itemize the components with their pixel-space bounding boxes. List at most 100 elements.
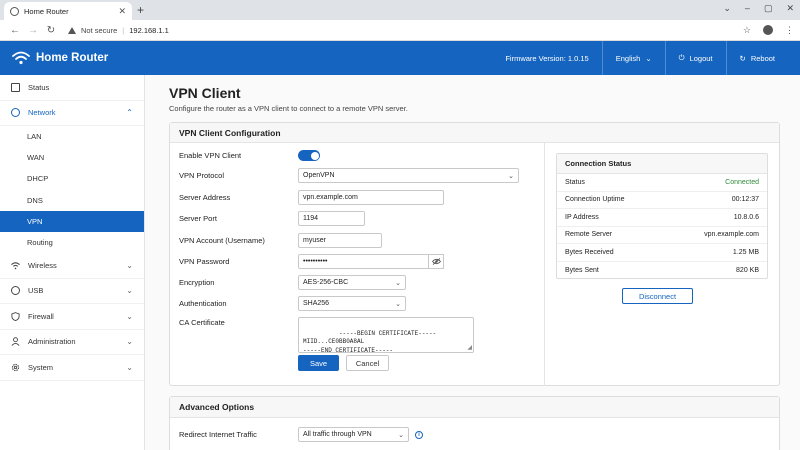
sidebar-subitem-dns[interactable]: DNS [0, 190, 144, 211]
sidebar-subitem-wan[interactable]: WAN [0, 147, 144, 168]
sidebar-item-firewall[interactable]: Firewall ⌄ [0, 304, 144, 330]
remote-server-value: vpn.example.com [704, 231, 759, 239]
sidebar-item-label: System [28, 362, 54, 372]
chevron-down-icon: ⌄ [126, 260, 133, 270]
server-port-input[interactable]: 1194 [298, 211, 365, 226]
sidebar-item-system[interactable]: System ⌄ [0, 355, 144, 381]
minimize-icon[interactable]: – [745, 3, 750, 14]
warning-icon [68, 26, 76, 34]
url-field[interactable]: Not secure | 192.168.1.1 [68, 23, 743, 38]
username-value: myuser [303, 237, 326, 244]
sidebar-item-administration[interactable]: Administration ⌄ [0, 330, 144, 356]
protocol-value: OpenVPN [303, 172, 335, 179]
sidebar-item-network[interactable]: Network ⌃ [0, 101, 144, 126]
vpn-config-panel: VPN Client Configuration Enable VPN Clie… [169, 122, 780, 386]
server-address-input[interactable]: vpn.example.com [298, 190, 444, 205]
sidebar-item-label: Administration [28, 337, 76, 347]
status-label: Status [565, 178, 585, 186]
sidebar-item-wireless[interactable]: Wireless ⌄ [0, 253, 144, 279]
reboot-button[interactable]: ↻ Reboot [725, 41, 788, 75]
maximize-icon[interactable]: ▢ [764, 3, 773, 14]
forward-icon[interactable]: → [24, 25, 42, 36]
password-input[interactable]: •••••••••• [298, 254, 429, 269]
address-bar-actions: ☆ ⋮ [743, 25, 794, 36]
more-menu-icon[interactable]: ⋮ [785, 25, 794, 36]
back-icon[interactable]: ← [6, 25, 24, 36]
bytes-sent-value: 820 KB [736, 266, 759, 274]
auth-label: Authentication [179, 299, 227, 308]
sidebar-item-status[interactable]: Status [0, 75, 144, 101]
authentication-value: SHA256 [303, 300, 330, 307]
reload-icon[interactable]: ↻ [42, 25, 60, 36]
gear-icon [11, 363, 20, 372]
ip-value: 10.8.0.6 [733, 213, 759, 221]
address-bar: ← → ↻ Not secure | 192.168.1.1 ☆ ⋮ [0, 20, 800, 41]
chevron-down-icon: ⌄ [126, 311, 133, 321]
auth-row: Authentication SHA256 ⌄ [179, 296, 406, 311]
chevron-down-icon: ⌄ [395, 300, 401, 308]
advanced-options-title: Advanced Options [170, 397, 779, 418]
encryption-select[interactable]: AES-256-CBC ⌄ [298, 275, 406, 290]
profile-icon[interactable] [763, 25, 773, 35]
account-row: VPN Account (Username) myuser [179, 233, 382, 248]
sidebar-subitem-vpn[interactable]: VPN [0, 210, 144, 232]
protocol-row: VPN Protocol OpenVPN ⌄ [179, 168, 519, 183]
info-icon[interactable]: i [415, 430, 423, 439]
enable-vpn-toggle[interactable] [298, 150, 320, 161]
logout-button[interactable]: ⏻ Logout [664, 41, 726, 75]
encryption-value: AES-256-CBC [303, 279, 349, 286]
protocol-select[interactable]: OpenVPN ⌄ [298, 168, 519, 183]
resize-handle-icon[interactable]: ◢ [467, 344, 472, 353]
protocol-label: VPN Protocol [179, 171, 225, 180]
app-header: Home Router Firmware Version: 1.0.15 Eng… [0, 41, 800, 75]
panel-divider [544, 143, 545, 386]
browser-tab-bar: Home Router ✕ + ⌄ – ▢ ✕ [0, 0, 800, 20]
toggle-knob [310, 151, 319, 160]
chevron-down-icon[interactable]: ⌄ [723, 3, 731, 14]
language-select[interactable]: English ⌄ [601, 41, 665, 75]
remote-server-row: Remote Server vpn.example.com [557, 227, 767, 244]
new-tab-button[interactable]: + [137, 3, 144, 17]
server-address-value: vpn.example.com [303, 194, 358, 201]
chevron-down-icon: ⌄ [126, 286, 133, 296]
ca-certificate-textarea[interactable]: -----BEGIN CERTIFICATE----- MIID...CE0BB… [298, 317, 474, 354]
sidebar-subitem-dhcp[interactable]: DHCP [0, 168, 144, 189]
cancel-button[interactable]: Cancel [346, 355, 389, 371]
page-title: VPN Client [169, 85, 241, 101]
user-icon [11, 337, 20, 347]
chevron-down-icon: ⌄ [395, 279, 401, 287]
chevron-up-icon: ⌃ [126, 108, 133, 118]
panel-body: Enable VPN Client VPN Protocol OpenVPN ⌄… [170, 143, 779, 386]
eye-icon[interactable] [429, 254, 444, 269]
port-label: Server Port [179, 214, 217, 223]
redirect-traffic-select[interactable]: All traffic through VPN ⌄ [298, 427, 409, 442]
chevron-down-icon: ⌄ [126, 362, 133, 372]
sidebar-subitem-routing[interactable]: Routing [0, 232, 144, 253]
server-port-value: 1194 [303, 215, 319, 222]
sidebar-subitem-lan[interactable]: LAN [0, 126, 144, 147]
authentication-select[interactable]: SHA256 ⌄ [298, 296, 406, 311]
encryption-label: Encryption [179, 278, 215, 287]
disconnect-button[interactable]: Disconnect [622, 288, 693, 304]
globe-icon [11, 108, 20, 118]
password-row: VPN Password •••••••••• [179, 254, 444, 269]
bytes-received-value: 1.25 MB [732, 248, 759, 256]
chevron-down-icon: ⌄ [645, 53, 652, 63]
password-value: •••••••••• [303, 258, 328, 265]
wifi-logo-icon [12, 51, 30, 65]
star-icon[interactable]: ☆ [743, 25, 751, 36]
save-button[interactable]: Save [298, 355, 339, 371]
sidebar-item-usb[interactable]: USB ⌄ [0, 279, 144, 305]
app-title: Home Router [36, 52, 109, 64]
reboot-label: Reboot [750, 53, 775, 63]
reboot-icon: ↻ [739, 53, 746, 63]
close-tab-icon[interactable]: ✕ [118, 6, 126, 17]
remote-server-label: Remote Server [565, 231, 613, 239]
url-separator: | [122, 25, 125, 35]
username-input[interactable]: myuser [298, 233, 382, 248]
browser-tab[interactable]: Home Router ✕ [4, 2, 132, 20]
close-window-icon[interactable]: ✕ [786, 3, 794, 14]
account-label: VPN Account (Username) [179, 236, 265, 245]
chevron-down-icon: ⌄ [398, 431, 404, 439]
sidebar-item-label: Network [28, 108, 56, 118]
